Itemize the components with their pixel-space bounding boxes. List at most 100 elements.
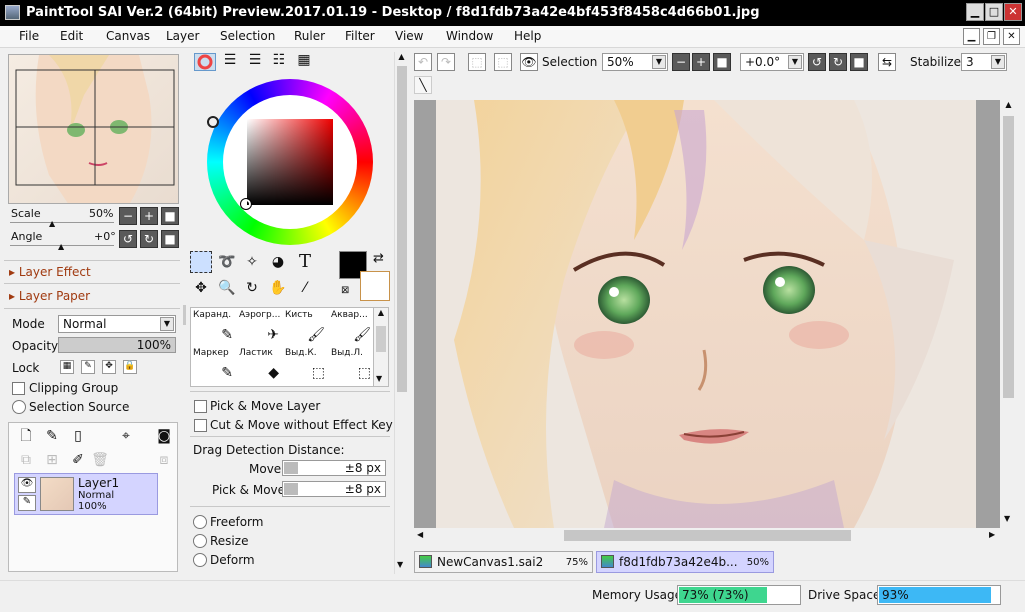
- menu-layer[interactable]: Layer: [166, 29, 199, 43]
- clear-layer-icon[interactable]: ✐: [67, 449, 89, 471]
- clipping-group-checkbox[interactable]: [12, 382, 25, 395]
- brush-airbrush[interactable]: Аэрогр... ✈: [239, 310, 283, 346]
- redo-icon[interactable]: ↷: [437, 53, 455, 71]
- new-layer-icon[interactable]: 🗋: [15, 425, 37, 447]
- brush-scrollbar[interactable]: ▲ ▼: [373, 307, 389, 387]
- flip-horizontal-icon[interactable]: ⇆: [878, 53, 896, 71]
- canvas-vscroll-thumb[interactable]: [1003, 116, 1014, 398]
- opacity-slider[interactable]: 100%: [58, 337, 176, 353]
- move-tool-icon[interactable]: ✥: [190, 277, 212, 299]
- lock-all-icon[interactable]: 🔒: [123, 360, 137, 374]
- angle-select[interactable]: +0.0° ▼: [740, 53, 804, 71]
- eyedropper-tool-icon[interactable]: ⁄: [294, 277, 316, 299]
- cut-move-checkbox[interactable]: [194, 419, 207, 432]
- selection-visibility-icon[interactable]: 👁: [520, 53, 538, 71]
- zoom-tool-icon[interactable]: 🔍: [216, 277, 238, 299]
- color-wheel[interactable]: [207, 79, 373, 245]
- new-folder-icon[interactable]: ▯: [67, 425, 89, 447]
- scale-slider-thumb[interactable]: ▲: [49, 219, 55, 228]
- canvas-rotate-right-button[interactable]: ↻: [829, 53, 847, 71]
- fill-tool-icon[interactable]: ◕: [267, 251, 289, 273]
- menu-canvas[interactable]: Canvas: [106, 29, 150, 43]
- rotate-tool-icon[interactable]: ↻: [241, 277, 263, 299]
- scale-slider[interactable]: [10, 222, 114, 223]
- hue-picker[interactable]: [207, 116, 219, 128]
- hand-tool-icon[interactable]: ✋: [267, 277, 289, 299]
- straight-line-icon[interactable]: ╲: [414, 76, 432, 94]
- rotate-right-button[interactable]: ↻: [140, 230, 158, 248]
- menu-view[interactable]: View: [395, 29, 423, 43]
- pick-move-layer-checkbox[interactable]: [194, 400, 207, 413]
- merge-down-icon[interactable]: ⊞: [41, 449, 63, 471]
- sv-picker[interactable]: [240, 198, 252, 210]
- layer-paper-section[interactable]: ▸ Layer Paper: [9, 289, 90, 303]
- swap-colors-icon[interactable]: ⇄: [373, 251, 384, 266]
- delete-layer-icon[interactable]: 🗑: [89, 449, 111, 471]
- menu-selection[interactable]: Selection: [220, 29, 275, 43]
- blend-mode-select[interactable]: Normal ▼: [58, 315, 176, 333]
- apply-mask-icon[interactable]: ⧈: [153, 449, 175, 471]
- saturation-value-square[interactable]: [247, 119, 333, 205]
- layer-row[interactable]: 👁 ✎ Layer1 Normal 100%: [14, 473, 158, 515]
- transform-icon[interactable]: ⌖: [115, 425, 137, 447]
- zoom-out-button[interactable]: −: [119, 207, 137, 225]
- zoom-in-button[interactable]: +: [140, 207, 158, 225]
- canvas-zoom-in-button[interactable]: +: [692, 53, 710, 71]
- pick-distance-slider[interactable]: ±8 px: [282, 481, 386, 497]
- freeform-radio[interactable]: [193, 515, 207, 529]
- canvas-rotate-left-button[interactable]: ↺: [808, 53, 826, 71]
- brush-watercolor[interactable]: Аквар... 🖌: [331, 310, 373, 346]
- pencil-icon[interactable]: ✎: [18, 495, 36, 511]
- doc-minimize-button[interactable]: ▁: [963, 28, 980, 45]
- canvas-rotate-reset-button[interactable]: ■: [850, 53, 868, 71]
- brush-select-eraser[interactable]: Выд.Л. ⬚: [331, 348, 373, 384]
- layer-mask-icon[interactable]: ◙: [153, 425, 175, 447]
- menu-edit[interactable]: Edit: [60, 29, 83, 43]
- brush-brush[interactable]: Кисть 🖌: [285, 310, 329, 346]
- lock-move-icon[interactable]: ✥: [102, 360, 116, 374]
- brush-pencil[interactable]: Каранд. ✎: [193, 310, 237, 346]
- scratchpad-tab[interactable]: ▦: [293, 51, 315, 69]
- canvas-vscrollbar[interactable]: ▲ ▼: [1001, 100, 1016, 528]
- color-wheel-tab[interactable]: [194, 53, 216, 71]
- deform-radio[interactable]: [193, 553, 207, 567]
- menu-file[interactable]: File: [19, 29, 39, 43]
- new-linework-layer-icon[interactable]: ✎: [41, 425, 63, 447]
- layer-effect-section[interactable]: ▸ Layer Effect: [9, 265, 91, 279]
- brush-marker[interactable]: Маркер ✎: [193, 348, 237, 384]
- tool-panel-scroll-thumb[interactable]: [397, 66, 407, 392]
- angle-slider-thumb[interactable]: ▲: [58, 242, 64, 251]
- magic-wand-tool-icon[interactable]: ✧: [241, 251, 263, 273]
- rgb-slider-tab[interactable]: ☰: [219, 51, 241, 69]
- swatches-tab[interactable]: ☷: [268, 51, 290, 69]
- canvas-zoom-out-button[interactable]: −: [672, 53, 690, 71]
- lock-paint-icon[interactable]: ✎: [81, 360, 95, 374]
- canvas-area[interactable]: [414, 100, 1000, 528]
- selection-source-radio[interactable]: [12, 400, 26, 414]
- rotate-left-button[interactable]: ↺: [119, 230, 137, 248]
- tab-current-image[interactable]: f8d1fdb73a42e4b... 50%: [596, 551, 774, 573]
- close-button[interactable]: ✕: [1004, 3, 1022, 21]
- secondary-color-swatch[interactable]: [360, 271, 390, 301]
- canvas-hscroll-thumb[interactable]: [564, 530, 851, 541]
- menu-ruler[interactable]: Ruler: [294, 29, 325, 43]
- resize-radio[interactable]: [193, 534, 207, 548]
- navigator-preview[interactable]: [8, 54, 179, 204]
- menu-help[interactable]: Help: [514, 29, 541, 43]
- menu-filter[interactable]: Filter: [345, 29, 375, 43]
- minimize-button[interactable]: ▁: [966, 3, 984, 21]
- deselect-icon[interactable]: ⬚: [468, 53, 486, 71]
- transparent-color-icon[interactable]: ⊠: [341, 285, 349, 296]
- lock-transparency-icon[interactable]: ▦: [60, 360, 74, 374]
- canvas-hscrollbar[interactable]: ◀ ▶: [414, 528, 1001, 543]
- rotate-reset-button[interactable]: ■: [161, 230, 179, 248]
- tab-newcanvas[interactable]: NewCanvas1.sai2 75%: [414, 551, 593, 573]
- maximize-button[interactable]: □: [985, 3, 1003, 21]
- brush-scroll-thumb[interactable]: [376, 326, 386, 352]
- brush-eraser[interactable]: Ластик ◆: [239, 348, 283, 384]
- doc-close-button[interactable]: ✕: [1003, 28, 1020, 45]
- doc-restore-button[interactable]: ❐: [983, 28, 1000, 45]
- tool-panel-scrollbar[interactable]: ▲ ▼: [394, 52, 408, 574]
- lasso-tool-icon[interactable]: ➰: [216, 251, 238, 273]
- zoom-select[interactable]: 50% ▼: [602, 53, 668, 71]
